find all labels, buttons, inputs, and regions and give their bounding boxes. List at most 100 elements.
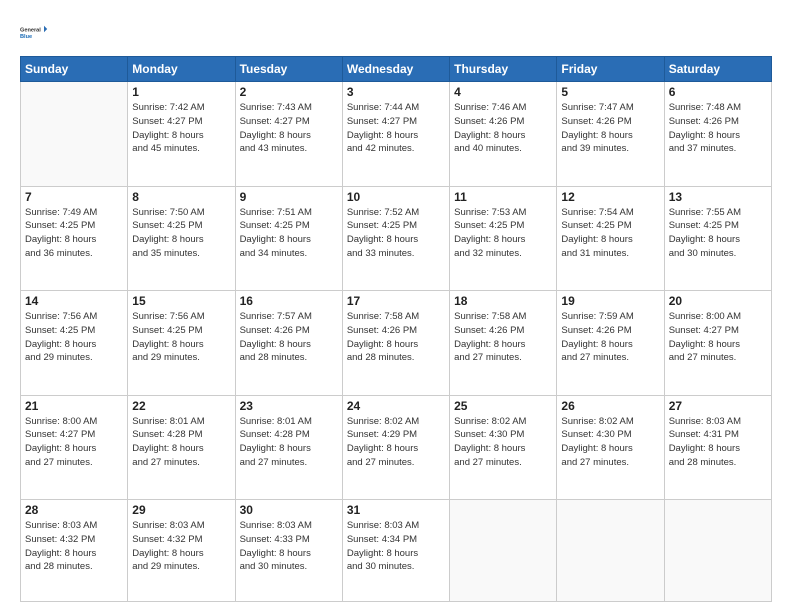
calendar-cell: 21 Sunrise: 8:00 AM Sunset: 4:27 PM Dayli… (21, 395, 128, 500)
calendar-cell: 11 Sunrise: 7:53 AM Sunset: 4:25 PM Dayli… (450, 186, 557, 291)
day-info: Sunrise: 7:53 AM Sunset: 4:25 PM Dayligh… (454, 206, 552, 261)
weekday-header-row: SundayMondayTuesdayWednesdayThursdayFrid… (21, 57, 772, 82)
calendar-cell: 16Sunrise: 7:57 AM Sunset: 4:26 PM Dayli… (235, 291, 342, 396)
week-row-5: 28 Sunrise: 8:03 AM Sunset: 4:32 PM Dayli… (21, 500, 772, 602)
calendar-cell: 9 Sunrise: 7:51 AM Sunset: 4:25 PM Daylig… (235, 186, 342, 291)
day-info: Sunrise: 8:00 AM Sunset: 4:27 PM Dayligh… (25, 415, 123, 470)
day-number: 4 (454, 85, 552, 99)
day-info: Sunrise: 7:48 AM Sunset: 4:26 PM Dayligh… (669, 101, 767, 156)
calendar-cell: 6 Sunrise: 7:48 AM Sunset: 4:26 PM Daylig… (664, 82, 771, 187)
calendar-cell: 19 Sunrise: 7:59 AM Sunset: 4:26 PM Dayli… (557, 291, 664, 396)
calendar-cell: 26 Sunrise: 8:02 AM Sunset: 4:30 PM Dayli… (557, 395, 664, 500)
week-row-1: 1 Sunrise: 7:42 AM Sunset: 4:27 PM Daylig… (21, 82, 772, 187)
weekday-header-friday: Friday (557, 57, 664, 82)
calendar-cell: 10Sunrise: 7:52 AM Sunset: 4:25 PM Dayli… (342, 186, 449, 291)
calendar-cell (557, 500, 664, 602)
day-number: 30 (240, 503, 338, 517)
day-number: 15 (132, 294, 230, 308)
day-number: 18 (454, 294, 552, 308)
day-number: 20 (669, 294, 767, 308)
logo: General Blue (20, 18, 48, 46)
day-number: 27 (669, 399, 767, 413)
day-number: 25 (454, 399, 552, 413)
calendar-cell: 12Sunrise: 7:54 AM Sunset: 4:25 PM Dayli… (557, 186, 664, 291)
day-number: 2 (240, 85, 338, 99)
day-info: Sunrise: 7:58 AM Sunset: 4:26 PM Dayligh… (347, 310, 445, 365)
calendar-cell (21, 82, 128, 187)
day-info: Sunrise: 7:43 AM Sunset: 4:27 PM Dayligh… (240, 101, 338, 156)
day-number: 28 (25, 503, 123, 517)
day-number: 7 (25, 190, 123, 204)
day-info: Sunrise: 7:42 AM Sunset: 4:27 PM Dayligh… (132, 101, 230, 156)
day-number: 10 (347, 190, 445, 204)
day-info: Sunrise: 8:01 AM Sunset: 4:28 PM Dayligh… (240, 415, 338, 470)
day-number: 24 (347, 399, 445, 413)
calendar-cell: 28 Sunrise: 8:03 AM Sunset: 4:32 PM Dayli… (21, 500, 128, 602)
day-number: 3 (347, 85, 445, 99)
weekday-header-wednesday: Wednesday (342, 57, 449, 82)
day-number: 26 (561, 399, 659, 413)
calendar-cell: 2 Sunrise: 7:43 AM Sunset: 4:27 PM Daylig… (235, 82, 342, 187)
header: General Blue (20, 18, 772, 46)
day-info: Sunrise: 8:01 AM Sunset: 4:28 PM Dayligh… (132, 415, 230, 470)
day-info: Sunrise: 7:55 AM Sunset: 4:25 PM Dayligh… (669, 206, 767, 261)
day-number: 6 (669, 85, 767, 99)
calendar-cell: 18 Sunrise: 7:58 AM Sunset: 4:26 PM Dayli… (450, 291, 557, 396)
day-info: Sunrise: 7:59 AM Sunset: 4:26 PM Dayligh… (561, 310, 659, 365)
day-info: Sunrise: 8:03 AM Sunset: 4:34 PM Dayligh… (347, 519, 445, 574)
day-info: Sunrise: 7:49 AM Sunset: 4:25 PM Dayligh… (25, 206, 123, 261)
day-info: Sunrise: 7:51 AM Sunset: 4:25 PM Dayligh… (240, 206, 338, 261)
day-info: Sunrise: 8:03 AM Sunset: 4:33 PM Dayligh… (240, 519, 338, 574)
day-number: 31 (347, 503, 445, 517)
day-number: 5 (561, 85, 659, 99)
svg-text:General: General (20, 27, 41, 33)
calendar-cell: 8 Sunrise: 7:50 AM Sunset: 4:25 PM Daylig… (128, 186, 235, 291)
calendar-cell (450, 500, 557, 602)
day-number: 29 (132, 503, 230, 517)
page: General Blue SundayMondayTuesdayWednesda… (0, 0, 792, 612)
day-number: 12 (561, 190, 659, 204)
calendar-cell: 3Sunrise: 7:44 AM Sunset: 4:27 PM Daylig… (342, 82, 449, 187)
weekday-header-sunday: Sunday (21, 57, 128, 82)
weekday-header-thursday: Thursday (450, 57, 557, 82)
svg-text:Blue: Blue (20, 34, 32, 40)
calendar-cell (664, 500, 771, 602)
calendar-cell: 1 Sunrise: 7:42 AM Sunset: 4:27 PM Daylig… (128, 82, 235, 187)
day-number: 8 (132, 190, 230, 204)
day-number: 23 (240, 399, 338, 413)
calendar-cell: 14Sunrise: 7:56 AM Sunset: 4:25 PM Dayli… (21, 291, 128, 396)
day-info: Sunrise: 7:46 AM Sunset: 4:26 PM Dayligh… (454, 101, 552, 156)
week-row-2: 7 Sunrise: 7:49 AM Sunset: 4:25 PM Daylig… (21, 186, 772, 291)
weekday-header-tuesday: Tuesday (235, 57, 342, 82)
day-info: Sunrise: 8:03 AM Sunset: 4:32 PM Dayligh… (25, 519, 123, 574)
calendar-cell: 23 Sunrise: 8:01 AM Sunset: 4:28 PM Dayli… (235, 395, 342, 500)
calendar-cell: 5Sunrise: 7:47 AM Sunset: 4:26 PM Daylig… (557, 82, 664, 187)
calendar-cell: 13Sunrise: 7:55 AM Sunset: 4:25 PM Dayli… (664, 186, 771, 291)
calendar-cell: 22 Sunrise: 8:01 AM Sunset: 4:28 PM Dayli… (128, 395, 235, 500)
calendar-cell: 17Sunrise: 7:58 AM Sunset: 4:26 PM Dayli… (342, 291, 449, 396)
calendar-cell: 25 Sunrise: 8:02 AM Sunset: 4:30 PM Dayli… (450, 395, 557, 500)
day-info: Sunrise: 7:58 AM Sunset: 4:26 PM Dayligh… (454, 310, 552, 365)
day-info: Sunrise: 8:00 AM Sunset: 4:27 PM Dayligh… (669, 310, 767, 365)
logo-icon: General Blue (20, 18, 48, 46)
day-info: Sunrise: 7:50 AM Sunset: 4:25 PM Dayligh… (132, 206, 230, 261)
day-info: Sunrise: 8:02 AM Sunset: 4:30 PM Dayligh… (561, 415, 659, 470)
weekday-header-monday: Monday (128, 57, 235, 82)
calendar-cell: 30 Sunrise: 8:03 AM Sunset: 4:33 PM Dayli… (235, 500, 342, 602)
day-number: 22 (132, 399, 230, 413)
calendar-cell: 24 Sunrise: 8:02 AM Sunset: 4:29 PM Dayli… (342, 395, 449, 500)
day-number: 9 (240, 190, 338, 204)
day-number: 11 (454, 190, 552, 204)
day-info: Sunrise: 8:02 AM Sunset: 4:29 PM Dayligh… (347, 415, 445, 470)
week-row-4: 21 Sunrise: 8:00 AM Sunset: 4:27 PM Dayli… (21, 395, 772, 500)
day-info: Sunrise: 7:56 AM Sunset: 4:25 PM Dayligh… (132, 310, 230, 365)
day-number: 21 (25, 399, 123, 413)
day-info: Sunrise: 8:02 AM Sunset: 4:30 PM Dayligh… (454, 415, 552, 470)
day-number: 1 (132, 85, 230, 99)
day-number: 19 (561, 294, 659, 308)
day-info: Sunrise: 7:56 AM Sunset: 4:25 PM Dayligh… (25, 310, 123, 365)
day-info: Sunrise: 8:03 AM Sunset: 4:32 PM Dayligh… (132, 519, 230, 574)
calendar-cell: 31 Sunrise: 8:03 AM Sunset: 4:34 PM Dayli… (342, 500, 449, 602)
day-number: 16 (240, 294, 338, 308)
calendar-cell: 27Sunrise: 8:03 AM Sunset: 4:31 PM Dayli… (664, 395, 771, 500)
